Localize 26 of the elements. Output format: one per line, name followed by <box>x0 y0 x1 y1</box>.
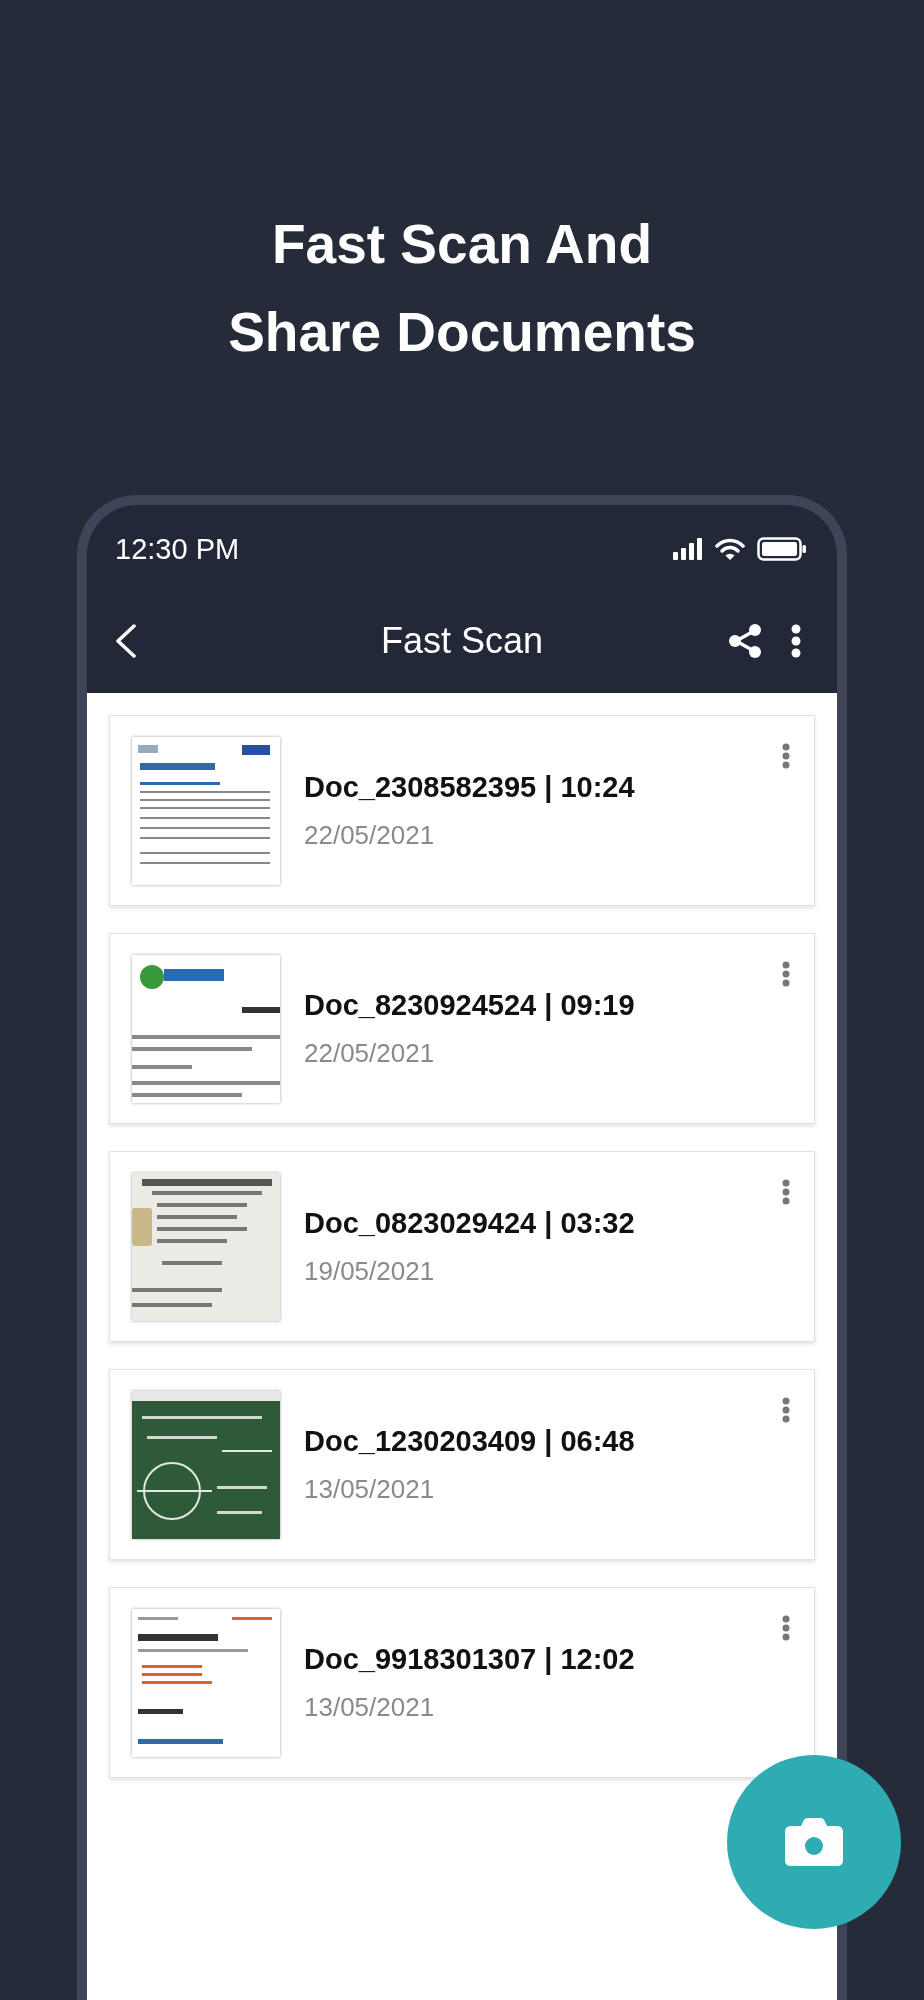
document-date: 22/05/2021 <box>304 819 436 851</box>
signal-icon <box>673 538 703 560</box>
document-date: 13/05/2021 <box>304 1473 436 1505</box>
status-time: 12:30 PM <box>115 532 240 566</box>
headline: Share Documents <box>228 300 696 365</box>
battery-icon <box>757 537 807 561</box>
back-icon[interactable] <box>115 624 137 658</box>
camera-icon <box>785 1818 843 1866</box>
document-card[interactable]: Doc_0823029424 | 03:32 19/05/2021 <box>109 1151 815 1342</box>
document-card[interactable]: Doc_8230924524 | 09:19 22/05/2021 <box>109 933 815 1124</box>
document-date: 22/05/2021 <box>304 1037 436 1069</box>
document-card[interactable]: Doc_9918301307 | 12:02 13/05/2021 <box>109 1587 815 1778</box>
document-name: Doc_2308582395 | 10:24 <box>304 770 635 804</box>
document-date: 13/05/2021 <box>304 1691 436 1723</box>
document-name: Doc_9918301307 | 12:02 <box>304 1642 635 1676</box>
share-icon[interactable] <box>729 624 761 658</box>
document-name: Doc_8230924524 | 09:19 <box>304 988 635 1022</box>
app-title: Fast Scan <box>380 620 544 662</box>
more-icon[interactable] <box>791 624 801 658</box>
document-name: Doc_0823029424 | 03:32 <box>304 1206 635 1240</box>
document-name: Doc_1230203409 | 06:48 <box>304 1424 635 1458</box>
document-date: 19/05/2021 <box>304 1255 436 1287</box>
wifi-icon <box>715 537 745 561</box>
document-card[interactable]: Doc_1230203409 | 06:48 13/05/2021 <box>109 1369 815 1560</box>
document-card[interactable]: Doc_2308582395 | 10:24 22/05/2021 <box>109 715 815 906</box>
headline: Fast Scan And <box>272 212 652 277</box>
